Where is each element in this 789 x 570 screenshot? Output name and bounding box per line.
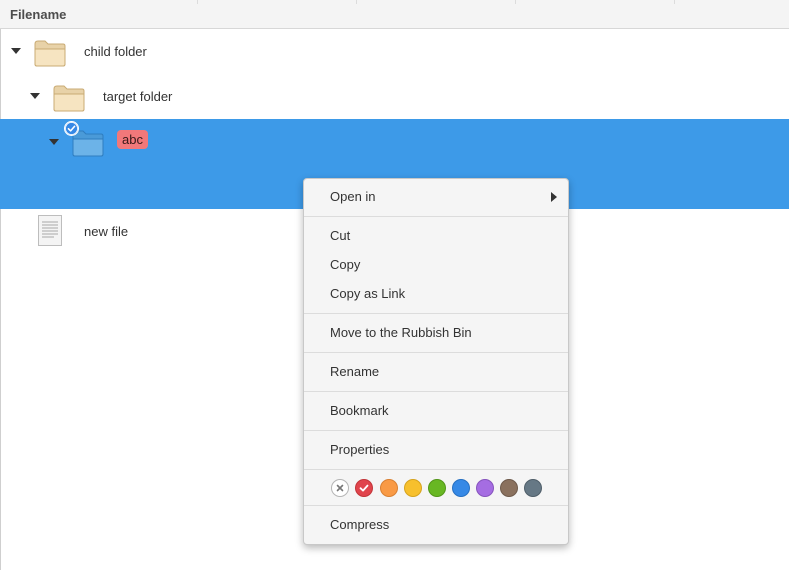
red-tag-swatch[interactable] (355, 479, 373, 497)
file-manager-window: Filename child folder target folder abc … (0, 0, 789, 570)
yellow-tag-swatch[interactable] (404, 479, 422, 497)
brown-tag-swatch[interactable] (500, 479, 518, 497)
folder-icon (53, 85, 85, 112)
text-file-icon (38, 215, 62, 246)
green-tag-swatch[interactable] (428, 479, 446, 497)
submenu-arrow-icon (551, 192, 557, 202)
menu-item-properties[interactable]: Properties (304, 437, 568, 463)
checkmark-icon (359, 484, 369, 492)
row-label: child folder (84, 44, 147, 59)
orange-tag-swatch[interactable] (380, 479, 398, 497)
menu-item-label: Copy as Link (330, 286, 406, 301)
column-header: Filename (0, 0, 789, 29)
menu-item-bookmark[interactable]: Bookmark (304, 398, 568, 424)
tree-row-target-folder[interactable]: target folder (0, 74, 789, 119)
column-separator (356, 0, 357, 4)
column-separator (197, 0, 198, 4)
tree-row-child-folder[interactable]: child folder (0, 30, 789, 74)
menu-item-rename[interactable]: Rename (304, 359, 568, 385)
column-separator (515, 0, 516, 4)
menu-separator (304, 430, 568, 431)
menu-separator (304, 391, 568, 392)
expander-down-icon[interactable] (49, 139, 59, 145)
menu-item-label: Compress (330, 517, 390, 532)
selected-check-icon[interactable] (64, 121, 79, 136)
column-separator (674, 0, 675, 4)
menu-item-cut[interactable]: Cut (304, 223, 568, 249)
expander-down-icon[interactable] (11, 48, 21, 54)
menu-item-label: Bookmark (330, 403, 389, 418)
menu-item-label: Copy (330, 257, 361, 272)
row-label: target folder (103, 89, 173, 104)
row-label-tagged: abc (117, 130, 148, 149)
menu-item-label: Move to the Rubbish Bin (330, 325, 472, 340)
color-tag-row (304, 470, 568, 504)
menu-item-copy[interactable]: Copy (304, 252, 568, 278)
menu-item-label: Cut (330, 228, 351, 243)
blue-tag-swatch[interactable] (452, 479, 470, 497)
menu-separator (304, 313, 568, 314)
clear-tag-swatch[interactable] (331, 479, 349, 497)
menu-item-label: Properties (330, 442, 390, 457)
context-menu: Open in Cut Copy Copy as Link Move to th… (303, 178, 569, 545)
menu-item-move-to-bin[interactable]: Move to the Rubbish Bin (304, 320, 568, 346)
row-label: new file (84, 224, 129, 239)
filename-column-header[interactable]: Filename (10, 7, 66, 22)
slate-tag-swatch[interactable] (524, 479, 542, 497)
close-icon (336, 484, 344, 492)
menu-separator (304, 505, 568, 506)
purple-tag-swatch[interactable] (476, 479, 494, 497)
menu-item-copy-as-link[interactable]: Copy as Link (304, 281, 568, 307)
menu-separator (304, 216, 568, 217)
menu-item-open-in[interactable]: Open in (304, 184, 568, 210)
folder-icon (34, 40, 66, 67)
expander-down-icon[interactable] (30, 93, 40, 99)
menu-separator (304, 352, 568, 353)
menu-item-compress[interactable]: Compress (304, 512, 568, 538)
menu-item-label: Open in (330, 189, 376, 204)
menu-item-label: Rename (330, 364, 380, 379)
